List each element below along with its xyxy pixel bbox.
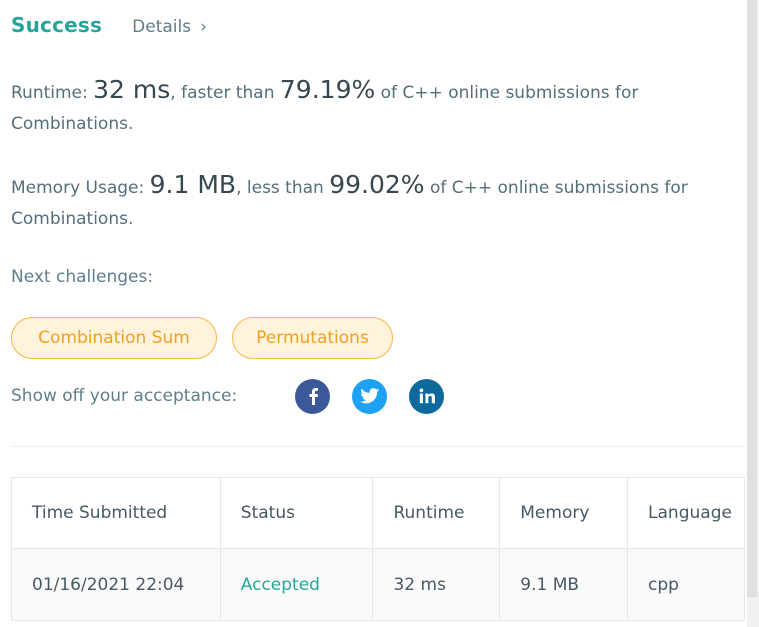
table-row: 01/16/2021 22:04 Accepted 32 ms 9.1 MB c… [11, 548, 745, 621]
cell-language: cpp [627, 548, 745, 621]
facebook-glyph [309, 387, 318, 405]
share-row: Show off your acceptance: [11, 378, 466, 414]
column-header-language[interactable]: Language [627, 477, 745, 549]
memory-percent: 99.02% [329, 170, 425, 199]
linkedin-glyph [419, 388, 435, 404]
memory-label: Memory Usage: [11, 178, 150, 198]
cell-runtime: 32 ms [372, 548, 501, 621]
runtime-stat: Runtime: 32 ms, faster than 79.19% of C+… [11, 74, 741, 140]
cell-status-accepted-link[interactable]: Accepted [219, 548, 374, 621]
cell-time-submitted: 01/16/2021 22:04 [11, 548, 221, 621]
column-header-time-submitted[interactable]: Time Submitted [11, 477, 221, 549]
column-header-memory[interactable]: Memory [499, 477, 629, 549]
status-title: Success [11, 13, 103, 37]
details-label: Details [132, 17, 192, 37]
chevron-right-icon: › [200, 17, 207, 37]
facebook-icon[interactable] [295, 378, 330, 414]
table-header-row: Time Submitted Status Runtime Memory Lan… [11, 477, 745, 549]
result-header: Success Details › [11, 13, 207, 37]
linkedin-icon[interactable] [409, 378, 444, 414]
twitter-glyph [359, 388, 379, 404]
runtime-comparison: , faster than [170, 83, 280, 103]
column-header-status[interactable]: Status [219, 477, 374, 549]
runtime-value: 32 ms [93, 75, 171, 104]
challenge-tag-combination-sum[interactable]: Combination Sum [11, 317, 217, 359]
challenge-tag-permutations[interactable]: Permutations [232, 317, 393, 359]
share-label: Show off your acceptance: [11, 386, 238, 406]
scrollbar-thumb[interactable] [747, 0, 757, 597]
column-header-runtime[interactable]: Runtime [372, 477, 501, 549]
section-divider [11, 446, 745, 447]
memory-comparison: , less than [236, 178, 330, 198]
details-link[interactable]: Details › [132, 17, 207, 37]
twitter-icon[interactable] [352, 378, 387, 414]
submissions-table: Time Submitted Status Runtime Memory Lan… [11, 477, 745, 621]
memory-value: 9.1 MB [149, 170, 237, 199]
next-challenges-list: Combination Sum Permutations [11, 317, 408, 359]
runtime-label: Runtime: [11, 83, 94, 103]
cell-memory: 9.1 MB [499, 548, 629, 621]
next-challenges-label: Next challenges: [11, 267, 154, 287]
runtime-percent: 79.19% [279, 75, 376, 104]
memory-stat: Memory Usage: 9.1 MB, less than 99.02% o… [11, 169, 741, 235]
